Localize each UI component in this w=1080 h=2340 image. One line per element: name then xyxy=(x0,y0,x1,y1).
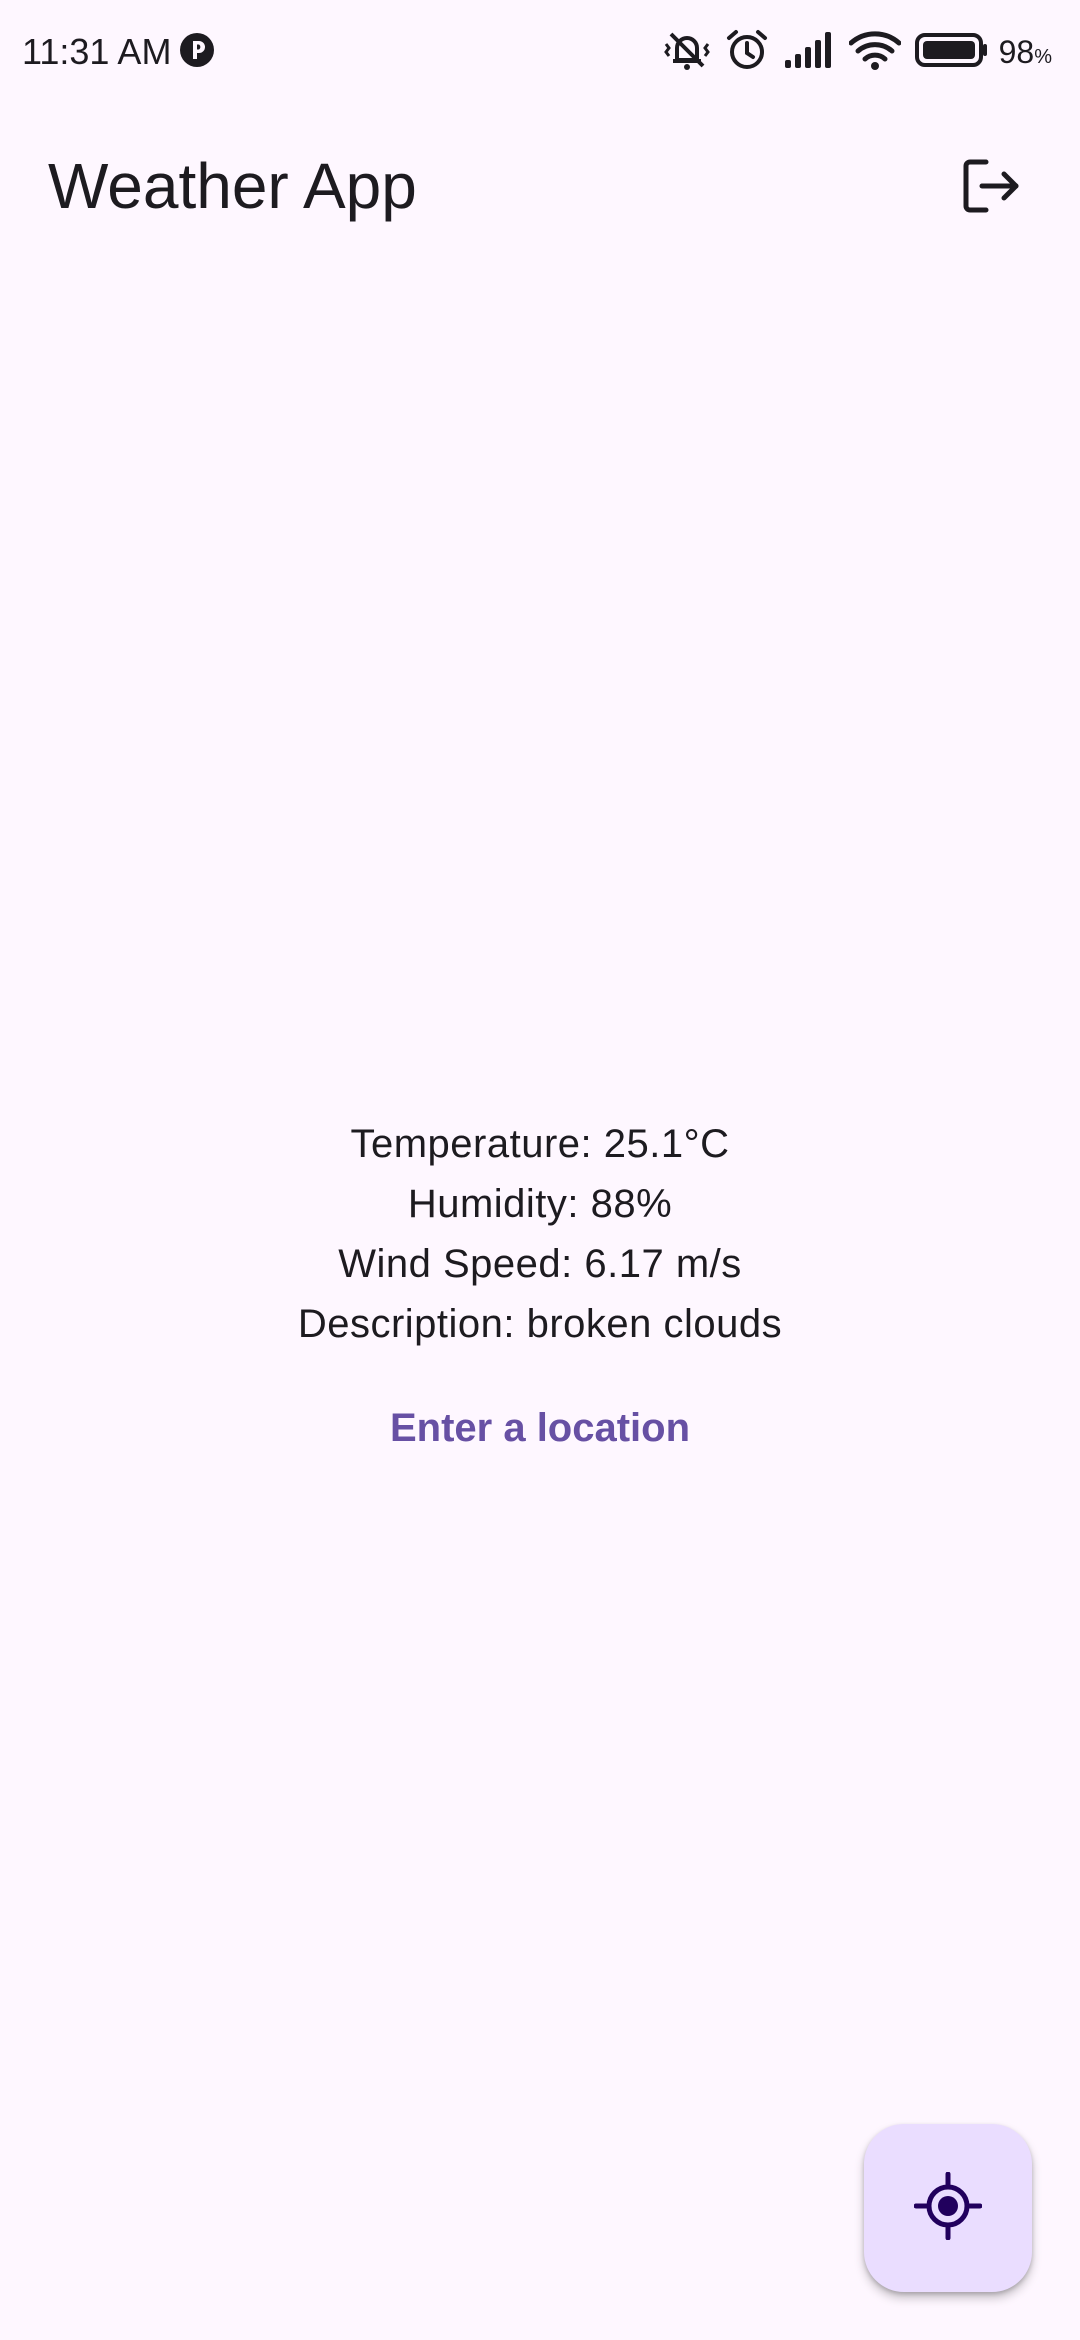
battery-value: 98 xyxy=(998,33,1035,70)
temperature-text: Temperature: 25.1°C xyxy=(350,1122,730,1166)
alarm-icon xyxy=(725,28,769,77)
enter-location-button[interactable]: Enter a location xyxy=(340,1380,740,1476)
weather-info: Temperature: 25.1°C Humidity: 88% Wind S… xyxy=(0,1114,1080,1354)
status-time: 11:31 AM xyxy=(22,31,172,72)
app-title: Weather App xyxy=(48,150,417,222)
p-notification-icon xyxy=(179,32,215,73)
signal-icon xyxy=(783,30,835,75)
app-bar: Weather App xyxy=(0,128,1080,248)
wifi-icon xyxy=(848,30,902,75)
my-location-button[interactable] xyxy=(864,2124,1032,2292)
status-left: 11:31 AM xyxy=(22,30,215,74)
my-location-icon xyxy=(913,2171,983,2245)
vibrate-off-icon xyxy=(663,28,711,77)
logout-button[interactable] xyxy=(930,128,1050,248)
description-text: Description: broken clouds xyxy=(297,1302,783,1346)
wind-speed-text: Wind Speed: 6.17 m/s xyxy=(338,1242,742,1286)
battery-icon xyxy=(914,32,989,73)
humidity-text: Humidity: 88% xyxy=(407,1182,673,1226)
battery-unit: % xyxy=(1034,45,1052,68)
status-bar: 11:31 AM 98% xyxy=(0,0,1080,108)
status-right: 98% xyxy=(663,28,1052,76)
logout-icon xyxy=(958,154,1022,223)
battery-percentage: 98% xyxy=(999,34,1052,71)
